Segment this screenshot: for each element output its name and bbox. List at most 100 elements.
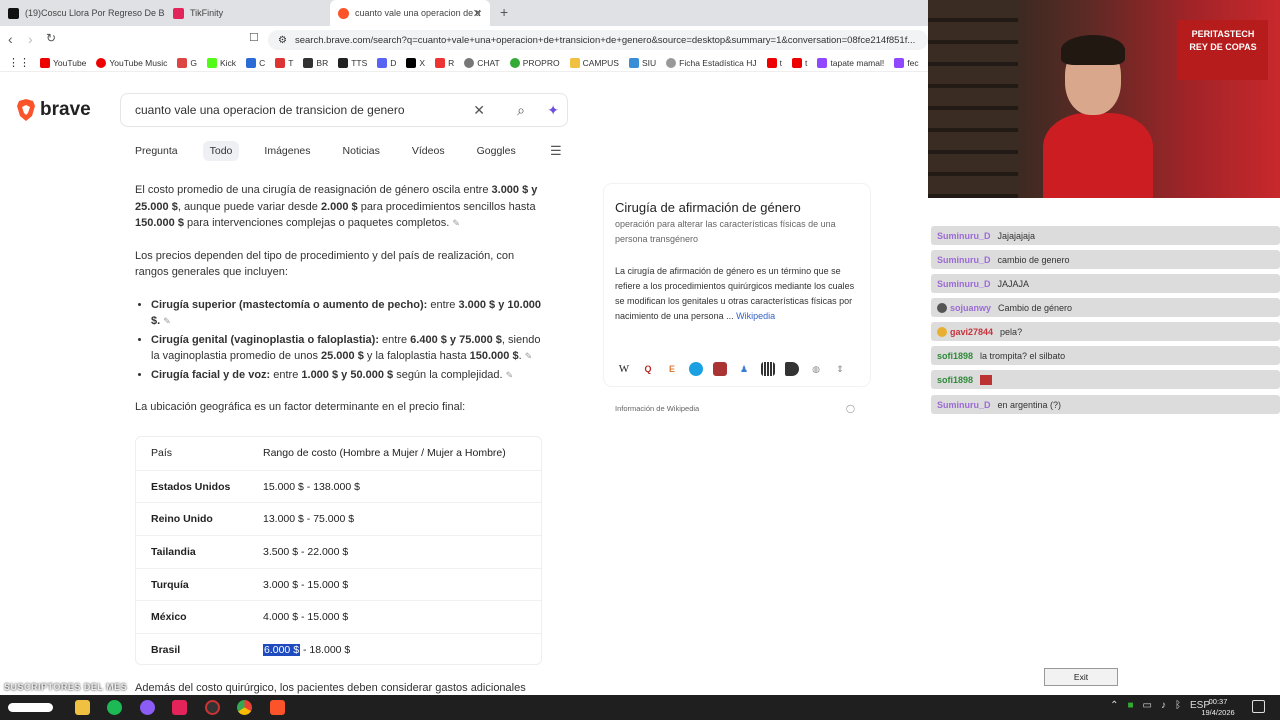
citation-icon[interactable]: ✎ [163, 316, 171, 326]
clock-date: 19/4/2026 [1201, 708, 1235, 717]
apps-icon[interactable]: ⋮⋮ [8, 56, 30, 69]
bookmark-t2[interactable]: t [766, 57, 782, 68]
answer-value: 6.400 $ y 75.000 $ [410, 333, 502, 346]
tab-coscu[interactable]: (19)Coscu Llora Por Regreso De Bana [0, 0, 165, 26]
answer-value: 25.000 $ [321, 350, 364, 362]
bookmark-siu[interactable]: SIU [628, 57, 657, 68]
search-input[interactable]: cuanto vale una operacion de transicion … [120, 93, 568, 127]
bookmark-youtube[interactable]: YouTube [40, 57, 86, 68]
wikipedia-icon[interactable]: W [617, 362, 631, 376]
tab-videos[interactable]: Vídeos [405, 141, 452, 161]
chat-bubble-icon[interactable]: ◯ [846, 404, 855, 413]
source-book-icon[interactable] [713, 362, 727, 376]
knowledge-panel: Cirugía de afirmación de género operació… [604, 184, 870, 386]
streamer-hair [1061, 35, 1125, 65]
chat-text: la trompita? el silbato [980, 350, 1066, 361]
tab-goggles[interactable]: Goggles [470, 141, 523, 161]
bookmark-t[interactable]: T [275, 57, 293, 68]
bookmark-fec[interactable]: fec [894, 57, 919, 68]
chat-text: Cambio de género [998, 302, 1073, 313]
network-icon[interactable]: ▭ [1143, 700, 1152, 711]
tag-icon[interactable] [785, 362, 799, 376]
tikfinity-icon [173, 7, 184, 19]
bookmark-kick[interactable]: Kick [207, 57, 236, 68]
tab-tikfinity[interactable]: TikFinity [165, 0, 330, 26]
chat-username: Suminuru_D [937, 278, 991, 289]
tab-imagenes[interactable]: Imágenes [257, 141, 317, 161]
chat-username: sofi1898 [937, 374, 974, 385]
brave-icon[interactable] [270, 700, 285, 715]
tab-pregunta[interactable]: Pregunta [128, 141, 185, 161]
header-range: Rango de costo (Hombre a Mujer / Mujer a… [263, 447, 506, 459]
forward-icon[interactable]: › [28, 31, 33, 47]
more-sources-icon[interactable]: ⇕ [833, 362, 847, 376]
ai-assistant-icon[interactable]: ✦ [547, 102, 559, 119]
clear-icon[interactable]: ✕ [473, 102, 485, 119]
etsy-icon[interactable]: E [665, 362, 679, 376]
search-icon[interactable]: ⌕ [517, 102, 525, 119]
tray-app-icon[interactable]: ■ [1127, 700, 1133, 711]
panel-title: Cirugía de afirmación de género [615, 200, 801, 215]
barcode-icon[interactable] [761, 362, 775, 376]
citation-icon[interactable]: ✎ [452, 218, 460, 228]
address-bar[interactable]: ⚙ search.brave.com/search?q=cuanto+vale+… [268, 30, 928, 50]
quora-icon[interactable]: Q [641, 362, 655, 376]
reload-icon[interactable]: ↻ [46, 31, 56, 45]
bookmark-campus[interactable]: CAMPUS [569, 57, 619, 68]
spotify-icon[interactable] [107, 700, 122, 715]
bookmark-br[interactable]: BR [303, 57, 328, 68]
search-pill-icon[interactable] [8, 703, 53, 712]
bookmark-t3[interactable]: t [792, 57, 807, 68]
youtube-icon [766, 57, 777, 68]
new-tab-button[interactable]: + [500, 4, 508, 20]
tikfinity-icon[interactable] [172, 700, 187, 715]
bookmark-icon[interactable]: ☐ [249, 31, 259, 44]
exit-button[interactable]: Exit [1044, 668, 1118, 686]
answer-text: entre [378, 333, 411, 346]
filters-icon[interactable]: ☰ [550, 143, 562, 159]
banner-brand: PERITASTECH [1191, 29, 1255, 39]
file-explorer-icon[interactable] [75, 700, 90, 715]
bookmark-c[interactable]: C [246, 57, 265, 68]
clock[interactable]: 00:37 19/4/2026 [1196, 696, 1240, 718]
back-icon[interactable]: ‹ [8, 31, 13, 47]
person-icon[interactable]: ♟ [737, 362, 751, 376]
tab-todo[interactable]: Todo [202, 141, 240, 161]
answer-text: para intervenciones complejas o paquetes… [183, 217, 450, 229]
wikipedia-link[interactable]: Wikipedia [736, 311, 775, 321]
close-tab-icon[interactable]: ✕ [473, 7, 482, 20]
volume-icon[interactable]: ♪ [1161, 700, 1166, 711]
bookmark-tts[interactable]: TTS [338, 57, 367, 68]
bookmark-tapate[interactable]: tapate mamal! [817, 57, 884, 68]
app-icon[interactable] [140, 700, 155, 715]
citation-icon[interactable]: ✎ [525, 351, 533, 361]
bookmark-youtube-music[interactable]: YouTube Music [96, 57, 167, 68]
chrome-icon[interactable] [237, 700, 252, 715]
bookmark-gmail[interactable]: G [177, 57, 197, 68]
bookmark-d[interactable]: D [377, 57, 396, 68]
obs-icon[interactable] [205, 700, 220, 715]
list-item: Cirugía facial y de voz: entre 1.000 $ y… [151, 367, 550, 384]
notification-icon[interactable] [1252, 700, 1265, 713]
citation-icon[interactable]: ✎ [506, 370, 514, 380]
source-globe-icon[interactable] [689, 362, 703, 376]
taskbar: ⌃ ■ ▭ ♪ ᛒ ESP [0, 695, 1280, 720]
chevron-up-icon[interactable]: ⌃ [1110, 700, 1118, 711]
bookmark-chat[interactable]: CHAT [464, 57, 500, 68]
bookmark-r[interactable]: R [435, 57, 454, 68]
brave-logo[interactable]: brave [16, 99, 91, 121]
bluetooth-icon[interactable]: ᛒ [1175, 700, 1181, 711]
bookmark-ficha[interactable]: Ficha Estadística HJ [666, 57, 757, 68]
tab-noticias[interactable]: Noticias [336, 141, 387, 161]
selected-text[interactable]: 6.000 $ [263, 643, 301, 656]
tab-brave-search[interactable]: cuanto vale una operacion de tr ✕ [330, 0, 490, 26]
site-info-icon[interactable]: ⚙ [278, 35, 287, 46]
bookmark-propro[interactable]: PROPRO [509, 57, 560, 68]
siu-icon [628, 57, 639, 68]
bookmark-label: SIU [641, 57, 657, 68]
answer-heading: Cirugía superior (mastectomía o aumento … [151, 298, 428, 311]
stream-chat: Suminuru_D Jajajajaja Suminuru_D cambio de… [928, 198, 1280, 695]
web-icon[interactable]: ◍ [809, 362, 823, 376]
row-country: Tailandia [151, 545, 196, 558]
bookmark-x[interactable]: X [406, 57, 425, 68]
